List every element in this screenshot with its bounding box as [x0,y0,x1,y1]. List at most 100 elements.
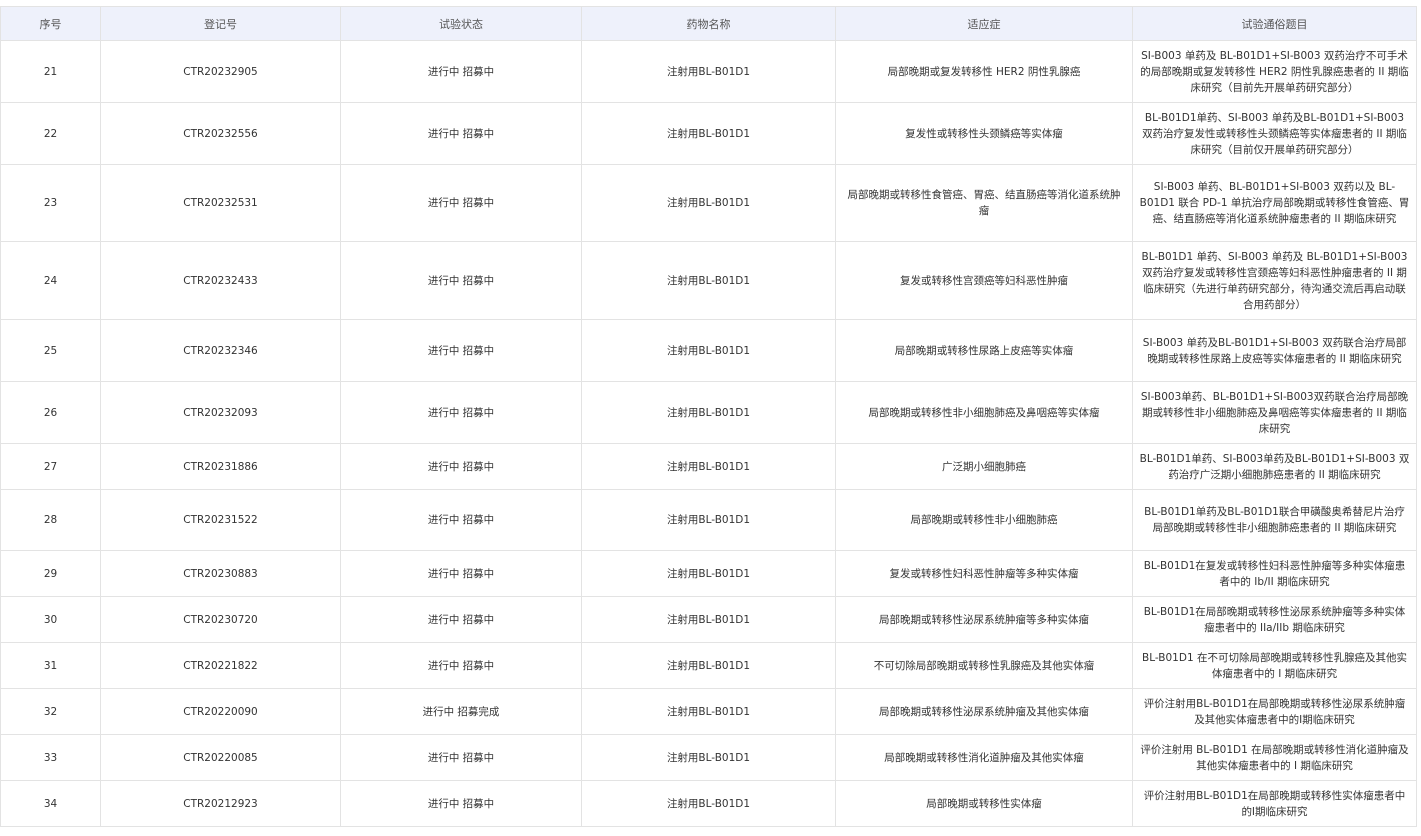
table-row[interactable]: 30 CTR20230720 进行中 招募中 注射用BL-B01D1 局部晚期或… [0,596,1417,643]
header-indication[interactable]: 适应症 [835,6,1133,41]
table-row[interactable]: 21 CTR20232905 进行中 招募中 注射用BL-B01D1 局部晚期或… [0,40,1417,103]
cell-trial-status: 进行中 招募中 [340,443,582,490]
cell-registration-number[interactable]: CTR20230720 [100,596,341,643]
trial-table-container: 序号 登记号 试验状态 药物名称 适应症 试验通俗题目 21 CTR202329… [0,6,1417,827]
cell-drug-name: 注射用BL-B01D1 [581,550,836,597]
table-row[interactable]: 27 CTR20231886 进行中 招募中 注射用BL-B01D1 广泛期小细… [0,443,1417,490]
header-trial-title[interactable]: 试验通俗题目 [1132,6,1417,41]
cell-indication: 局部晚期或转移性泌尿系统肿瘤及其他实体瘤 [835,688,1133,735]
header-registration-number[interactable]: 登记号 [100,6,341,41]
cell-registration-number[interactable]: CTR20232531 [100,164,341,242]
cell-index: 23 [0,164,101,242]
cell-index: 30 [0,596,101,643]
cell-index: 22 [0,102,101,165]
cell-trial-title: SI-B003 单药及BL-B01D1+SI-B003 双药联合治疗局部晚期或转… [1132,319,1417,382]
cell-drug-name: 注射用BL-B01D1 [581,241,836,320]
cell-trial-status: 进行中 招募中 [340,319,582,382]
header-trial-status[interactable]: 试验状态 [340,6,582,41]
cell-index: 24 [0,241,101,320]
cell-indication: 局部晚期或复发转移性 HER2 阴性乳腺癌 [835,40,1133,103]
header-index[interactable]: 序号 [0,6,101,41]
cell-indication: 不可切除局部晚期或转移性乳腺癌及其他实体瘤 [835,642,1133,689]
cell-drug-name: 注射用BL-B01D1 [581,40,836,103]
cell-indication: 广泛期小细胞肺癌 [835,443,1133,490]
table-row[interactable]: 25 CTR20232346 进行中 招募中 注射用BL-B01D1 局部晚期或… [0,319,1417,382]
cell-trial-status: 进行中 招募中 [340,596,582,643]
cell-index: 34 [0,780,101,827]
cell-registration-number[interactable]: CTR20232556 [100,102,341,165]
cell-registration-number[interactable]: CTR20232346 [100,319,341,382]
cell-trial-status: 进行中 招募中 [340,164,582,242]
cell-index: 26 [0,381,101,444]
cell-indication: 局部晚期或转移性实体瘤 [835,780,1133,827]
cell-trial-status: 进行中 招募中 [340,642,582,689]
cell-trial-status: 进行中 招募中 [340,40,582,103]
trial-table: 序号 登记号 试验状态 药物名称 适应症 试验通俗题目 21 CTR202329… [0,6,1417,827]
cell-registration-number[interactable]: CTR20230883 [100,550,341,597]
cell-index: 32 [0,688,101,735]
cell-trial-status: 进行中 招募中 [340,241,582,320]
cell-index: 31 [0,642,101,689]
table-row[interactable]: 28 CTR20231522 进行中 招募中 注射用BL-B01D1 局部晚期或… [0,489,1417,551]
cell-indication: 局部晚期或转移性食管癌、胃癌、结直肠癌等消化道系统肿瘤 [835,164,1133,242]
cell-trial-status: 进行中 招募中 [340,734,582,781]
cell-trial-status: 进行中 招募中 [340,780,582,827]
table-row[interactable]: 29 CTR20230883 进行中 招募中 注射用BL-B01D1 复发或转移… [0,550,1417,597]
cell-indication: 局部晚期或转移性非小细胞肺癌及鼻咽癌等实体瘤 [835,381,1133,444]
cell-trial-status: 进行中 招募完成 [340,688,582,735]
cell-trial-title: 评价注射用BL-B01D1在局部晚期或转移性实体瘤患者中的I期临床研究 [1132,780,1417,827]
cell-trial-title: BL-B01D1 在不可切除局部晚期或转移性乳腺癌及其他实体瘤患者中的 I 期临… [1132,642,1417,689]
cell-trial-title: 评价注射用 BL-B01D1 在局部晚期或转移性消化道肿瘤及其他实体瘤患者中的 … [1132,734,1417,781]
cell-trial-status: 进行中 招募中 [340,489,582,551]
cell-drug-name: 注射用BL-B01D1 [581,642,836,689]
table-row[interactable]: 32 CTR20220090 进行中 招募完成 注射用BL-B01D1 局部晚期… [0,688,1417,735]
cell-trial-title: BL-B01D1 单药、SI-B003 单药及 BL-B01D1+SI-B003… [1132,241,1417,320]
cell-drug-name: 注射用BL-B01D1 [581,319,836,382]
cell-registration-number[interactable]: CTR20232433 [100,241,341,320]
cell-drug-name: 注射用BL-B01D1 [581,734,836,781]
cell-indication: 复发或转移性宫颈癌等妇科恶性肿瘤 [835,241,1133,320]
cell-registration-number[interactable]: CTR20232905 [100,40,341,103]
cell-trial-title: BL-B01D1单药及BL-B01D1联合甲磺酸奥希替尼片治疗局部晚期或转移性非… [1132,489,1417,551]
table-row[interactable]: 33 CTR20220085 进行中 招募中 注射用BL-B01D1 局部晚期或… [0,734,1417,781]
header-drug-name[interactable]: 药物名称 [581,6,836,41]
cell-registration-number[interactable]: CTR20231886 [100,443,341,490]
cell-registration-number[interactable]: CTR20212923 [100,780,341,827]
cell-registration-number[interactable]: CTR20221822 [100,642,341,689]
table-row[interactable]: 23 CTR20232531 进行中 招募中 注射用BL-B01D1 局部晚期或… [0,164,1417,242]
cell-registration-number[interactable]: CTR20232093 [100,381,341,444]
cell-drug-name: 注射用BL-B01D1 [581,596,836,643]
cell-indication: 复发或转移性妇科恶性肿瘤等多种实体瘤 [835,550,1133,597]
table-row[interactable]: 31 CTR20221822 进行中 招募中 注射用BL-B01D1 不可切除局… [0,642,1417,689]
cell-trial-title: SI-B003 单药、BL-B01D1+SI-B003 双药以及 BL-B01D… [1132,164,1417,242]
cell-trial-title: 评价注射用BL-B01D1在局部晚期或转移性泌尿系统肿瘤及其他实体瘤患者中的I期… [1132,688,1417,735]
cell-trial-status: 进行中 招募中 [340,102,582,165]
cell-drug-name: 注射用BL-B01D1 [581,688,836,735]
cell-drug-name: 注射用BL-B01D1 [581,780,836,827]
cell-index: 28 [0,489,101,551]
table-row[interactable]: 22 CTR20232556 进行中 招募中 注射用BL-B01D1 复发性或转… [0,102,1417,165]
cell-indication: 局部晚期或转移性消化道肿瘤及其他实体瘤 [835,734,1133,781]
cell-trial-title: SI-B003 单药及 BL-B01D1+SI-B003 双药治疗不可手术的局部… [1132,40,1417,103]
table-row[interactable]: 24 CTR20232433 进行中 招募中 注射用BL-B01D1 复发或转移… [0,241,1417,320]
cell-index: 27 [0,443,101,490]
cell-trial-title: BL-B01D1单药、SI-B003单药及BL-B01D1+SI-B003 双药… [1132,443,1417,490]
cell-indication: 复发性或转移性头颈鳞癌等实体瘤 [835,102,1133,165]
cell-drug-name: 注射用BL-B01D1 [581,443,836,490]
cell-registration-number[interactable]: CTR20231522 [100,489,341,551]
cell-index: 29 [0,550,101,597]
table-row[interactable]: 34 CTR20212923 进行中 招募中 注射用BL-B01D1 局部晚期或… [0,780,1417,827]
cell-registration-number[interactable]: CTR20220085 [100,734,341,781]
cell-trial-status: 进行中 招募中 [340,381,582,444]
cell-indication: 局部晚期或转移性泌尿系统肿瘤等多种实体瘤 [835,596,1133,643]
cell-drug-name: 注射用BL-B01D1 [581,102,836,165]
cell-indication: 局部晚期或转移性非小细胞肺癌 [835,489,1133,551]
table-header-row: 序号 登记号 试验状态 药物名称 适应症 试验通俗题目 [0,6,1417,41]
cell-index: 25 [0,319,101,382]
cell-trial-status: 进行中 招募中 [340,550,582,597]
cell-trial-title: BL-B01D1单药、SI-B003 单药及BL-B01D1+SI-B003 双… [1132,102,1417,165]
cell-registration-number[interactable]: CTR20220090 [100,688,341,735]
cell-trial-title: BL-B01D1在局部晚期或转移性泌尿系统肿瘤等多种实体瘤患者中的 IIa/II… [1132,596,1417,643]
table-row[interactable]: 26 CTR20232093 进行中 招募中 注射用BL-B01D1 局部晚期或… [0,381,1417,444]
cell-indication: 局部晚期或转移性尿路上皮癌等实体瘤 [835,319,1133,382]
